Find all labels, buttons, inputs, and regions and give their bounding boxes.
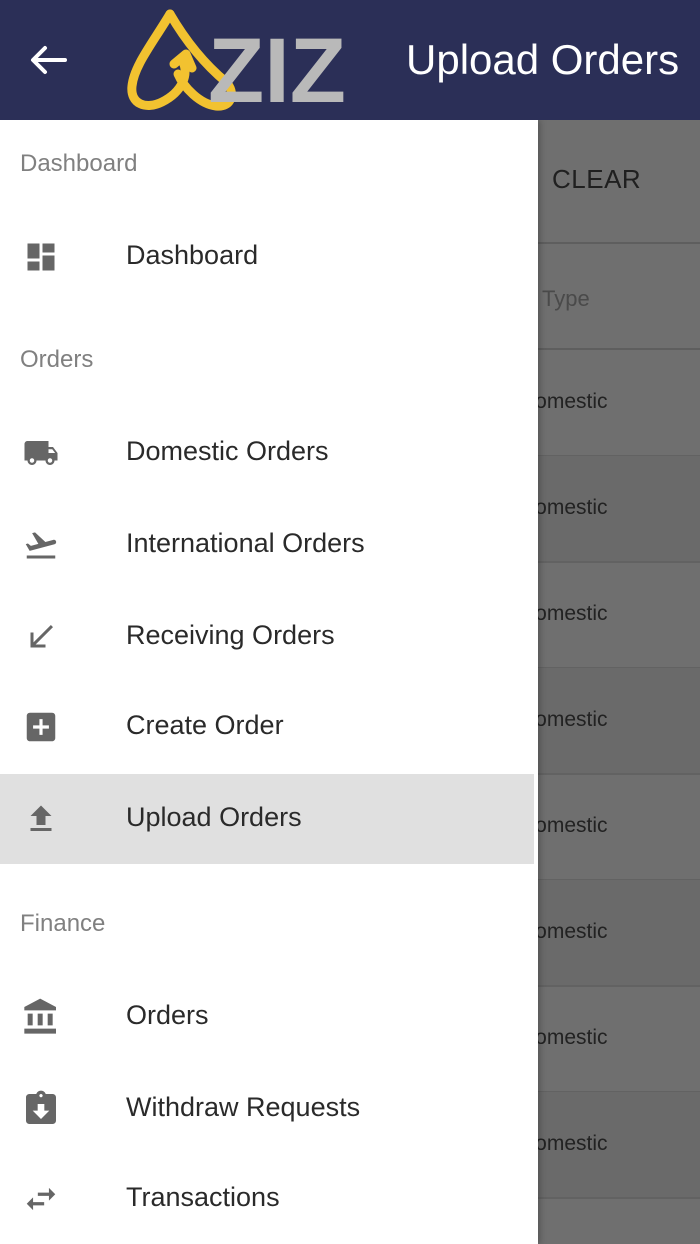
nav-item-label: Create Order [126, 710, 284, 740]
nav-item-label: Upload Orders [126, 802, 302, 832]
arrow-left-icon [31, 46, 67, 74]
nav-item-upload-orders[interactable]: Upload Orders [0, 774, 534, 864]
nav-item-withdraw-requests[interactable]: Withdraw Requests [0, 1064, 534, 1154]
table-row[interactable]: Domestic [538, 350, 700, 457]
nav-item-domestic-orders[interactable]: Domestic Orders [0, 408, 534, 498]
table-row[interactable]: Domestic [538, 562, 700, 669]
background-content: CLEAR Type Domestic Domestic Domestic Do… [538, 120, 700, 1244]
table-row[interactable]: Domestic [538, 668, 700, 775]
nav-item-create-order[interactable]: Create Order [0, 682, 534, 772]
nav-item-label: Receiving Orders [126, 620, 335, 650]
add-box-icon [20, 707, 62, 747]
nav-item-finance-orders[interactable]: Orders [0, 972, 534, 1062]
app-bar: ZIZ Upload Orders [0, 0, 700, 122]
nav-item-label: Domestic Orders [126, 436, 329, 466]
nav-item-label: Withdraw Requests [126, 1092, 361, 1122]
table-row[interactable]: Domestic [538, 774, 700, 881]
arrow-down-left-icon [20, 617, 62, 657]
nav-item-transactions[interactable]: Transactions [0, 1154, 534, 1244]
table-row[interactable]: Domestic [538, 880, 700, 987]
nav-item-label: Dashboard [126, 240, 259, 270]
nav-item-international-orders[interactable]: International Orders [0, 500, 534, 590]
nav-item-dashboard[interactable]: Dashboard [0, 212, 534, 302]
truck-icon [20, 433, 62, 473]
bank-icon [20, 997, 62, 1037]
nav-item-label: Orders [126, 1000, 209, 1030]
nav-item-label: Transactions [126, 1182, 280, 1212]
brand-logo: ZIZ [122, 4, 362, 122]
back-button[interactable] [22, 38, 74, 82]
swap-arrows-icon [20, 1179, 62, 1219]
section-header-dashboard: Dashboard [20, 150, 138, 177]
flight-takeoff-icon [20, 525, 62, 565]
divider [538, 242, 700, 244]
section-header-finance: Finance [20, 910, 106, 937]
table-row[interactable]: Domestic [538, 1092, 700, 1199]
dashboard-icon [20, 237, 62, 277]
navigation-drawer: Dashboard Dashboard Orders Domestic Orde… [0, 120, 538, 1244]
upload-icon [20, 799, 62, 839]
section-header-orders: Orders [20, 346, 94, 373]
clipboard-download-icon [20, 1089, 62, 1129]
nav-item-label: International Orders [126, 528, 365, 558]
clear-button[interactable]: CLEAR [552, 164, 641, 195]
table-row[interactable]: Domestic [538, 986, 700, 1093]
table-row[interactable]: Domestic [538, 456, 700, 563]
page-title: Upload Orders [406, 36, 680, 83]
logo-text: ZIZ [208, 20, 346, 116]
nav-item-receiving-orders[interactable]: Receiving Orders [0, 592, 534, 682]
column-header-type: Type [542, 286, 590, 311]
